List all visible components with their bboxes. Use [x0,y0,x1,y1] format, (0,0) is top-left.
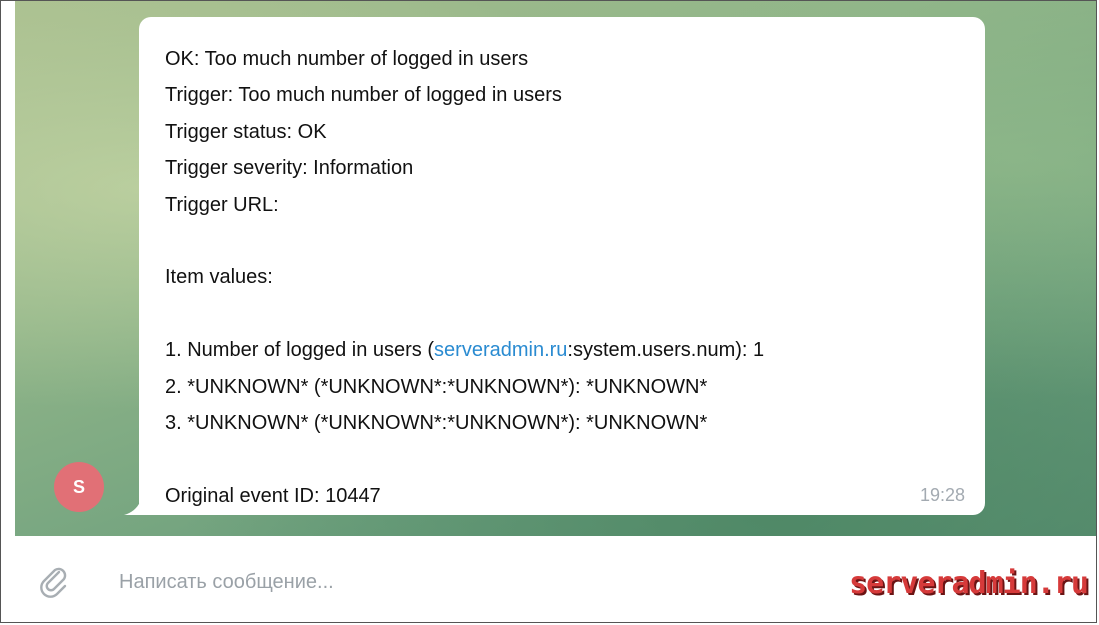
item-text: 1. Number of logged in users ( [165,339,435,362]
telegram-window: OK: Too much number of logged in users T… [0,0,1097,623]
message-time: 19:28 [919,485,965,505]
item-text: :system.users.num): 1 [567,339,765,362]
host-link[interactable]: serveradmin.ru [434,339,567,361]
avatar-letter: S [72,476,85,497]
message-line: Trigger severity: Information [165,157,414,180]
message-line: Trigger status: OK [165,120,327,143]
watermark: serveradmin.ru [849,566,1089,601]
message-input[interactable]: Написать сообщение... [119,571,334,594]
left-gutter [1,1,15,536]
item-value-line: 1. Number of logged in users (serveradmi… [165,332,959,368]
item-value-line: 2. *UNKNOWN* (*UNKNOWN*:*UNKNOWN*): *UNK… [165,375,708,398]
composer-bar: Написать сообщение... serveradmin.ru [15,536,1096,622]
item-value-line: 3. *UNKNOWN* (*UNKNOWN*:*UNKNOWN*): *UNK… [165,411,708,434]
message-line: Trigger: Too much number of logged in us… [165,84,562,107]
event-id-line: Original event ID: 10447 [165,484,381,507]
paperclip-icon[interactable] [37,564,71,598]
message-line: OK: Too much number of logged in users [165,48,529,70]
message-line: Trigger URL: [165,193,279,216]
chat-background[interactable]: OK: Too much number of logged in users T… [15,1,1096,536]
message-bubble[interactable]: OK: Too much number of logged in users T… [139,17,985,515]
avatar[interactable]: S [54,462,104,512]
message-line: Item values: [165,266,273,289]
